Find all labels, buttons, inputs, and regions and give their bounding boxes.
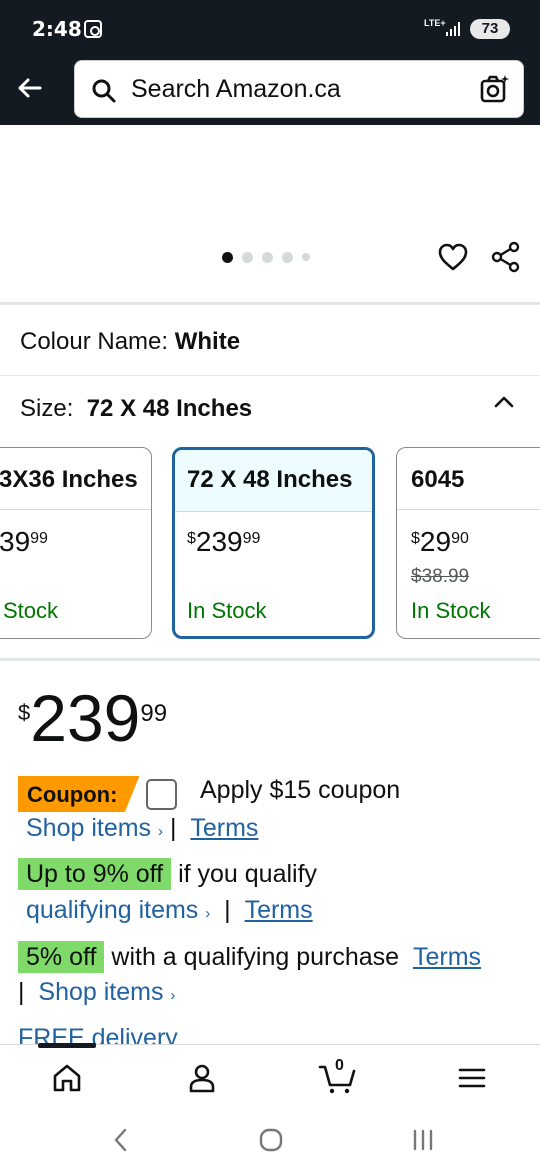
colour-label: Colour Name: xyxy=(20,328,169,355)
system-back-icon[interactable] xyxy=(106,1126,136,1154)
five-off-links-row: | Shop items › xyxy=(18,978,176,1006)
carousel-dot[interactable] xyxy=(262,251,273,263)
battery-icon: 73 xyxy=(470,19,510,39)
size-option-price: $23999 xyxy=(187,526,261,557)
carousel-dot[interactable] xyxy=(302,253,310,261)
coupon-badge: Coupon: xyxy=(18,776,140,812)
divider xyxy=(0,302,540,305)
size-option-name: 72 X 48 Inches xyxy=(175,450,372,512)
bottom-nav: 0 xyxy=(0,1043,540,1110)
search-icon xyxy=(92,79,116,103)
colour-name-row: Colour Name: White xyxy=(20,328,240,356)
size-option-stock: In Stock xyxy=(411,598,491,623)
size-option-card[interactable]: 6045 $2990 $38.99 In Stock xyxy=(396,447,540,639)
size-option-name: 6045 xyxy=(397,448,540,510)
coupon-links-row: Shop items › | Terms xyxy=(26,814,259,842)
carousel-dot[interactable] xyxy=(222,251,233,263)
wishlist-heart-icon[interactable] xyxy=(437,241,469,273)
chevron-right-icon: › xyxy=(170,987,176,1004)
system-nav-bar xyxy=(0,1110,540,1170)
screenshot-icon xyxy=(84,20,102,38)
size-option-stock: Stock xyxy=(3,598,59,623)
shop-items-link[interactable]: Shop items › xyxy=(38,978,175,1006)
image-carousel-dots[interactable] xyxy=(222,251,310,263)
status-time: 2:48 xyxy=(32,17,82,41)
size-option-price: $2990 xyxy=(411,526,469,557)
network-type: LTE+ xyxy=(424,18,446,28)
terms-link[interactable]: Terms xyxy=(413,943,481,971)
carousel-dot[interactable] xyxy=(242,251,253,263)
colour-value: White xyxy=(174,328,241,355)
size-option-price: 3999 xyxy=(0,526,48,557)
system-recents-icon[interactable] xyxy=(408,1126,438,1154)
size-option-name: 3X36 Inches xyxy=(0,448,151,510)
discount-badge: Up to 9% off xyxy=(18,858,172,890)
cart-count-badge: 0 xyxy=(335,1057,344,1074)
app-header: Search Amazon.ca xyxy=(0,58,540,125)
status-bar: 2:48 LTE+ 73 xyxy=(0,0,540,58)
size-option-card[interactable]: 3X36 Inches 3999 Stock xyxy=(0,447,152,639)
five-off-badge: 5% off xyxy=(18,941,105,973)
chevron-right-icon: › xyxy=(158,823,164,840)
terms-link[interactable]: Terms xyxy=(245,896,313,924)
back-arrow-icon[interactable] xyxy=(14,72,46,104)
divider xyxy=(0,658,540,661)
size-option-list-price: $38.99 xyxy=(411,566,470,587)
size-option-card-selected[interactable]: 72 X 48 Inches $23999 In Stock xyxy=(172,447,375,639)
divider xyxy=(0,375,540,376)
qualifying-items-link[interactable]: qualifying items › xyxy=(26,896,210,924)
active-tab-indicator xyxy=(38,1043,96,1048)
camera-search-icon[interactable] xyxy=(479,73,511,105)
discount-row: Up to 9% off if you qualify xyxy=(18,858,318,890)
search-input[interactable]: Search Amazon.ca xyxy=(74,60,524,118)
size-option-stock: In Stock xyxy=(187,598,267,623)
account-icon[interactable] xyxy=(185,1061,219,1095)
system-home-icon[interactable] xyxy=(256,1126,286,1154)
menu-icon[interactable] xyxy=(455,1061,489,1095)
carousel-dot[interactable] xyxy=(282,251,293,263)
shop-items-link[interactable]: Shop items › xyxy=(26,814,163,842)
signal-icon xyxy=(446,22,460,36)
size-row[interactable]: Size: 72 X 48 Inches xyxy=(20,395,252,423)
chevron-up-icon[interactable] xyxy=(490,388,518,416)
coupon-text: Apply $15 coupon xyxy=(200,776,401,804)
five-off-text: with a qualifying purchase xyxy=(111,943,400,971)
size-value: 72 X 48 Inches xyxy=(86,395,253,422)
coupon-checkbox[interactable] xyxy=(146,779,177,810)
home-icon[interactable] xyxy=(50,1061,84,1095)
discount-links-row: qualifying items › | Terms xyxy=(26,896,313,924)
terms-link[interactable]: Terms xyxy=(190,814,258,842)
chevron-right-icon: › xyxy=(205,905,211,922)
share-icon[interactable] xyxy=(490,241,522,273)
product-price: $23999 xyxy=(18,681,168,755)
search-placeholder: Search Amazon.ca xyxy=(131,75,341,103)
size-label: Size: xyxy=(20,395,74,422)
five-off-row: 5% off with a qualifying purchase Terms xyxy=(18,941,481,973)
discount-text: if you qualify xyxy=(178,860,318,888)
